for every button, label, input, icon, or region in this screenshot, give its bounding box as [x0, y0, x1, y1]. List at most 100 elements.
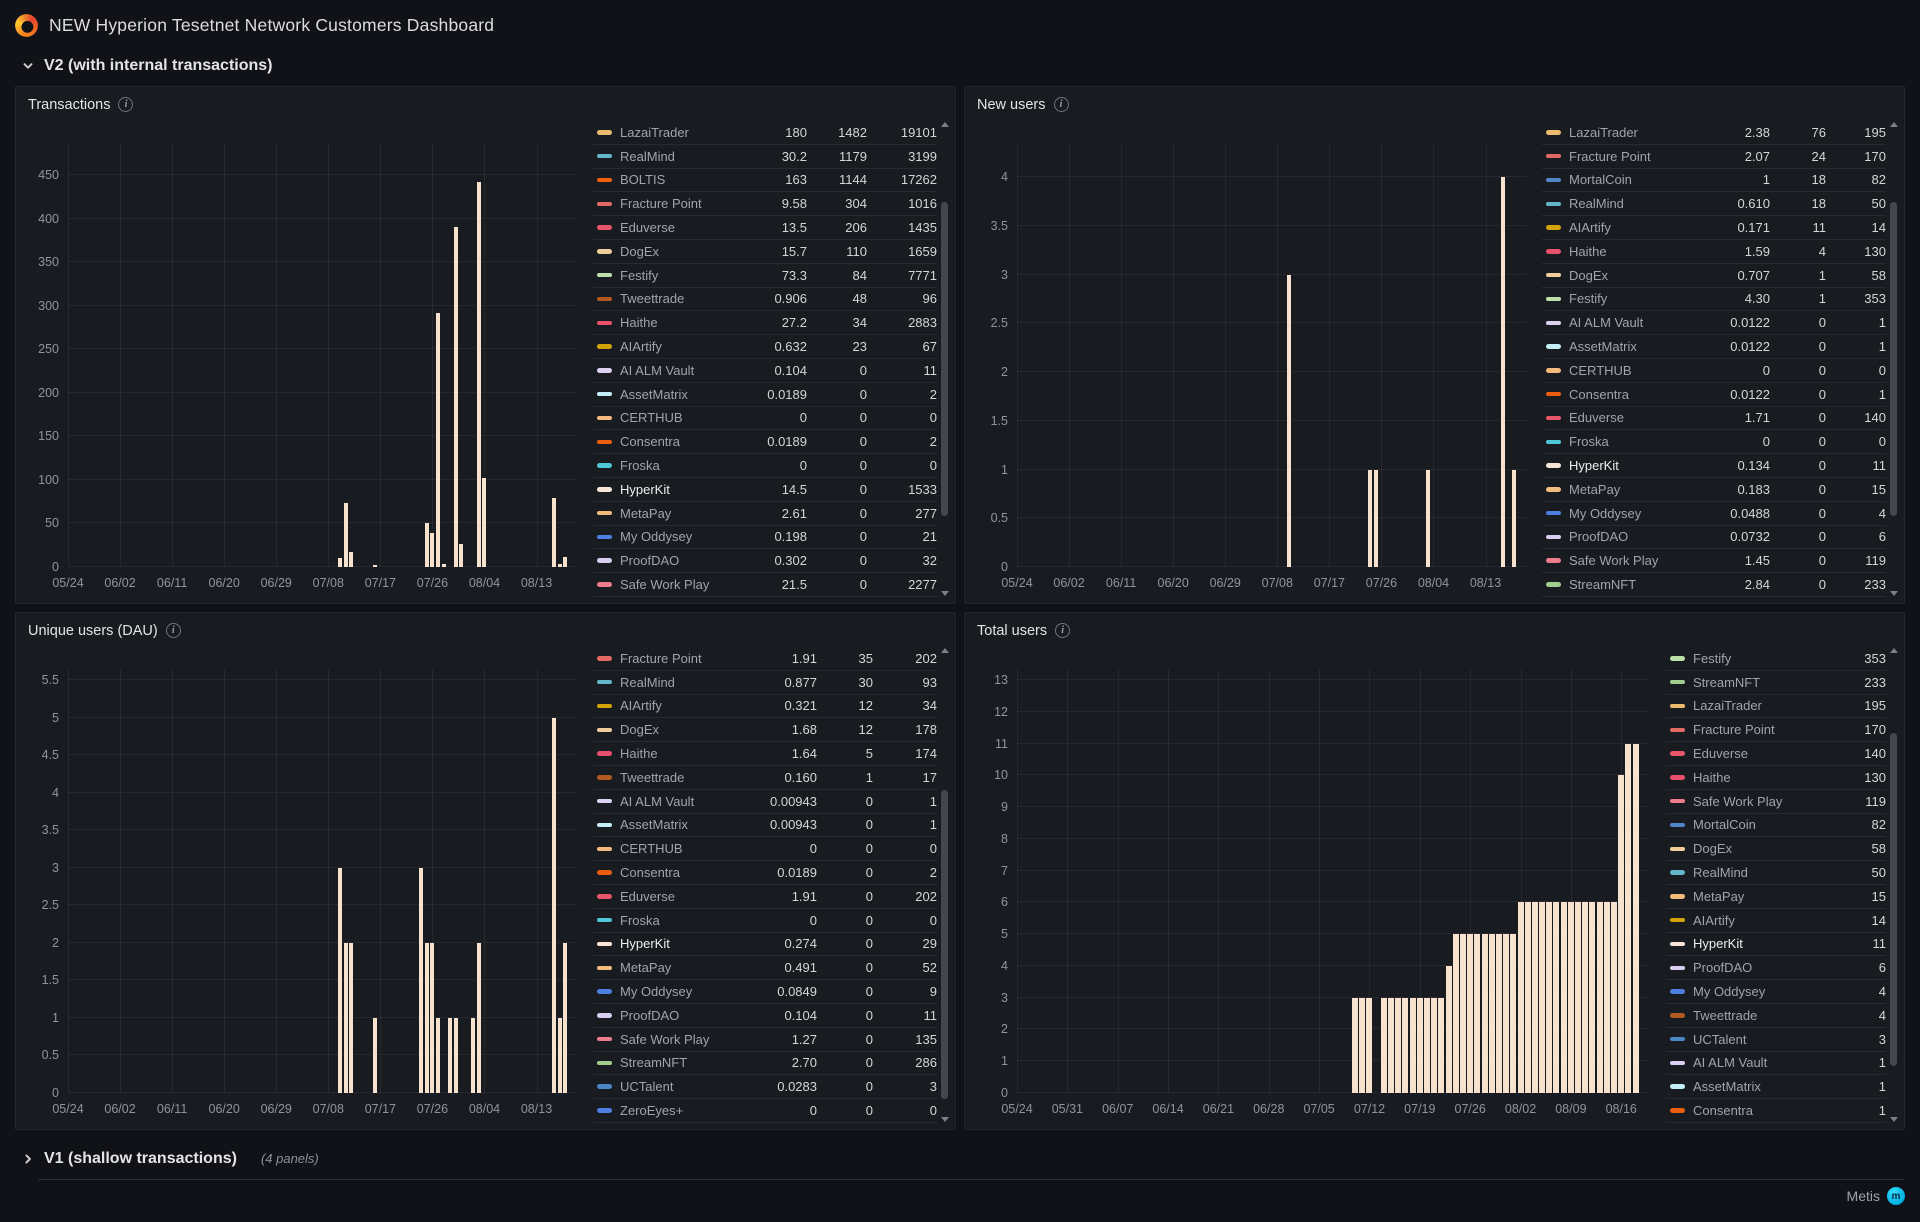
legend-row[interactable]: StreamNFT2.840233: [1542, 573, 1886, 597]
legend-row[interactable]: MortalCoin11882: [1542, 169, 1886, 193]
panel-title[interactable]: New users: [977, 97, 1046, 113]
legend-scrollbar[interactable]: [940, 121, 949, 597]
legend-row[interactable]: Safe Work Play1.450119: [1542, 549, 1886, 573]
legend-row[interactable]: Haithe1.594130: [1542, 240, 1886, 264]
panel-title[interactable]: Unique users (DAU): [28, 623, 158, 639]
legend-row[interactable]: Froska000: [593, 454, 937, 478]
legend-row[interactable]: My Oddysey0.048804: [1542, 502, 1886, 526]
legend-row[interactable]: Festify353: [1666, 647, 1886, 671]
legend-row[interactable]: CERTHUB000: [1542, 359, 1886, 383]
legend-row[interactable]: HyperKit14.501533: [593, 478, 937, 502]
legend-row[interactable]: Eduverse140: [1666, 742, 1886, 766]
legend-row[interactable]: DogEx15.71101659: [593, 240, 937, 264]
legend-row[interactable]: StreamNFT233: [1666, 671, 1886, 695]
legend-row[interactable]: MetaPay2.610277: [593, 502, 937, 526]
legend-row[interactable]: ProofDAO6: [1666, 956, 1886, 980]
legend-row[interactable]: My Oddysey0.084909: [593, 980, 937, 1004]
legend-row[interactable]: Fracture Point170: [1666, 718, 1886, 742]
legend-row[interactable]: Fracture Point9.583041016: [593, 192, 937, 216]
legend-row[interactable]: Fracture Point2.0724170: [1542, 145, 1886, 169]
legend-row[interactable]: CERTHUB000: [593, 837, 937, 861]
legend-row[interactable]: StreamNFT2.700286: [593, 1052, 937, 1076]
legend-row[interactable]: Eduverse13.52061435: [593, 216, 937, 240]
legend-row[interactable]: AssetMatrix0.012201: [1542, 335, 1886, 359]
legend-row[interactable]: CERTHUB000: [593, 407, 937, 431]
legend-row[interactable]: RealMind30.211793199: [593, 145, 937, 169]
legend-row[interactable]: Froska000: [593, 909, 937, 933]
legend-row[interactable]: My Oddysey4: [1666, 980, 1886, 1004]
info-icon[interactable]: i: [118, 97, 133, 112]
section-header-v2[interactable]: V2 (with internal transactions): [0, 47, 1920, 84]
legend-row[interactable]: AssetMatrix0.018902: [593, 383, 937, 407]
info-icon[interactable]: i: [166, 623, 181, 638]
scroll-down-icon[interactable]: [1890, 1117, 1898, 1122]
panel-title[interactable]: Transactions: [28, 97, 110, 113]
scrollbar-thumb[interactable]: [941, 202, 948, 516]
legend-row[interactable]: Eduverse1.910202: [593, 885, 937, 909]
legend-row[interactable]: AIArtify14: [1666, 909, 1886, 933]
scroll-up-icon[interactable]: [941, 648, 949, 653]
scroll-up-icon[interactable]: [941, 122, 949, 127]
legend-row[interactable]: Haithe130: [1666, 766, 1886, 790]
legend-row[interactable]: Haithe1.645174: [593, 742, 937, 766]
legend-row[interactable]: Consentra1: [1666, 1099, 1886, 1123]
scroll-down-icon[interactable]: [1890, 591, 1898, 596]
legend-row[interactable]: Safe Work Play119: [1666, 790, 1886, 814]
legend-row[interactable]: Eduverse1.710140: [1542, 407, 1886, 431]
scrollbar-thumb[interactable]: [1890, 202, 1897, 516]
legend-row[interactable]: AIArtify0.1711114: [1542, 216, 1886, 240]
legend-row[interactable]: My Oddysey0.198021: [593, 526, 937, 550]
legend-row[interactable]: AIArtify0.3211234: [593, 695, 937, 719]
panel-title[interactable]: Total users: [977, 623, 1047, 639]
legend-row[interactable]: RealMind50: [1666, 861, 1886, 885]
legend-scrollbar[interactable]: [1889, 647, 1898, 1123]
legend-row[interactable]: LazaiTrader195: [1666, 695, 1886, 719]
legend-row[interactable]: Consentra0.018902: [593, 861, 937, 885]
legend-row[interactable]: AI ALM Vault0.104011: [593, 359, 937, 383]
legend-scrollbar[interactable]: [940, 647, 949, 1123]
legend-row[interactable]: MetaPay0.491052: [593, 956, 937, 980]
legend-row[interactable]: ProofDAO0.302032: [593, 549, 937, 573]
scrollbar-thumb[interactable]: [1890, 733, 1897, 1066]
section-header-v1[interactable]: V1 (shallow transactions) (4 panels): [0, 1140, 1920, 1177]
legend-row[interactable]: ProofDAO0.104011: [593, 1004, 937, 1028]
legend-row[interactable]: UCTalent0.028303: [593, 1075, 937, 1099]
legend-row[interactable]: AssetMatrix1: [1666, 1075, 1886, 1099]
legend-row[interactable]: Haithe27.2342883: [593, 311, 937, 335]
legend-row[interactable]: ZeroEyes+000: [593, 1099, 937, 1123]
legend-row[interactable]: HyperKit0.134011: [1542, 454, 1886, 478]
scroll-down-icon[interactable]: [941, 591, 949, 596]
legend-row[interactable]: MetaPay0.183015: [1542, 478, 1886, 502]
legend-row[interactable]: MetaPay15: [1666, 885, 1886, 909]
legend-scrollbar[interactable]: [1889, 121, 1898, 597]
legend-row[interactable]: Safe Work Play1.270135: [593, 1028, 937, 1052]
legend-row[interactable]: MortalCoin82: [1666, 814, 1886, 838]
info-icon[interactable]: i: [1055, 623, 1070, 638]
legend-row[interactable]: Consentra0.012201: [1542, 383, 1886, 407]
legend-row[interactable]: BOLTIS163114417262: [593, 169, 937, 193]
legend-row[interactable]: UCTalent3: [1666, 1028, 1886, 1052]
legend-row[interactable]: HyperKit0.274029: [593, 933, 937, 957]
legend-row[interactable]: LazaiTrader180148219101: [593, 121, 937, 145]
legend-row[interactable]: HyperKit11: [1666, 933, 1886, 957]
legend-row[interactable]: Consentra0.018902: [593, 430, 937, 454]
legend-row[interactable]: Tweettrade0.9064896: [593, 288, 937, 312]
info-icon[interactable]: i: [1054, 97, 1069, 112]
legend-row[interactable]: AI ALM Vault0.012201: [1542, 311, 1886, 335]
legend-row[interactable]: AI ALM Vault1: [1666, 1052, 1886, 1076]
legend-row[interactable]: DogEx58: [1666, 837, 1886, 861]
legend-row[interactable]: AIArtify0.6322367: [593, 335, 937, 359]
legend-row[interactable]: ProofDAO0.073206: [1542, 526, 1886, 550]
legend-row[interactable]: Festify73.3847771: [593, 264, 937, 288]
legend-row[interactable]: DogEx0.707158: [1542, 264, 1886, 288]
legend-row[interactable]: DogEx1.6812178: [593, 718, 937, 742]
legend-row[interactable]: Froska000: [1542, 430, 1886, 454]
legend-row[interactable]: RealMind0.6101850: [1542, 192, 1886, 216]
legend-row[interactable]: RealMind0.8773093: [593, 671, 937, 695]
scroll-up-icon[interactable]: [1890, 648, 1898, 653]
legend-row[interactable]: AI ALM Vault0.0094301: [593, 790, 937, 814]
scroll-down-icon[interactable]: [941, 1117, 949, 1122]
legend-row[interactable]: Festify4.301353: [1542, 288, 1886, 312]
scrollbar-thumb[interactable]: [941, 790, 948, 1099]
legend-row[interactable]: Safe Work Play21.502277: [593, 573, 937, 597]
